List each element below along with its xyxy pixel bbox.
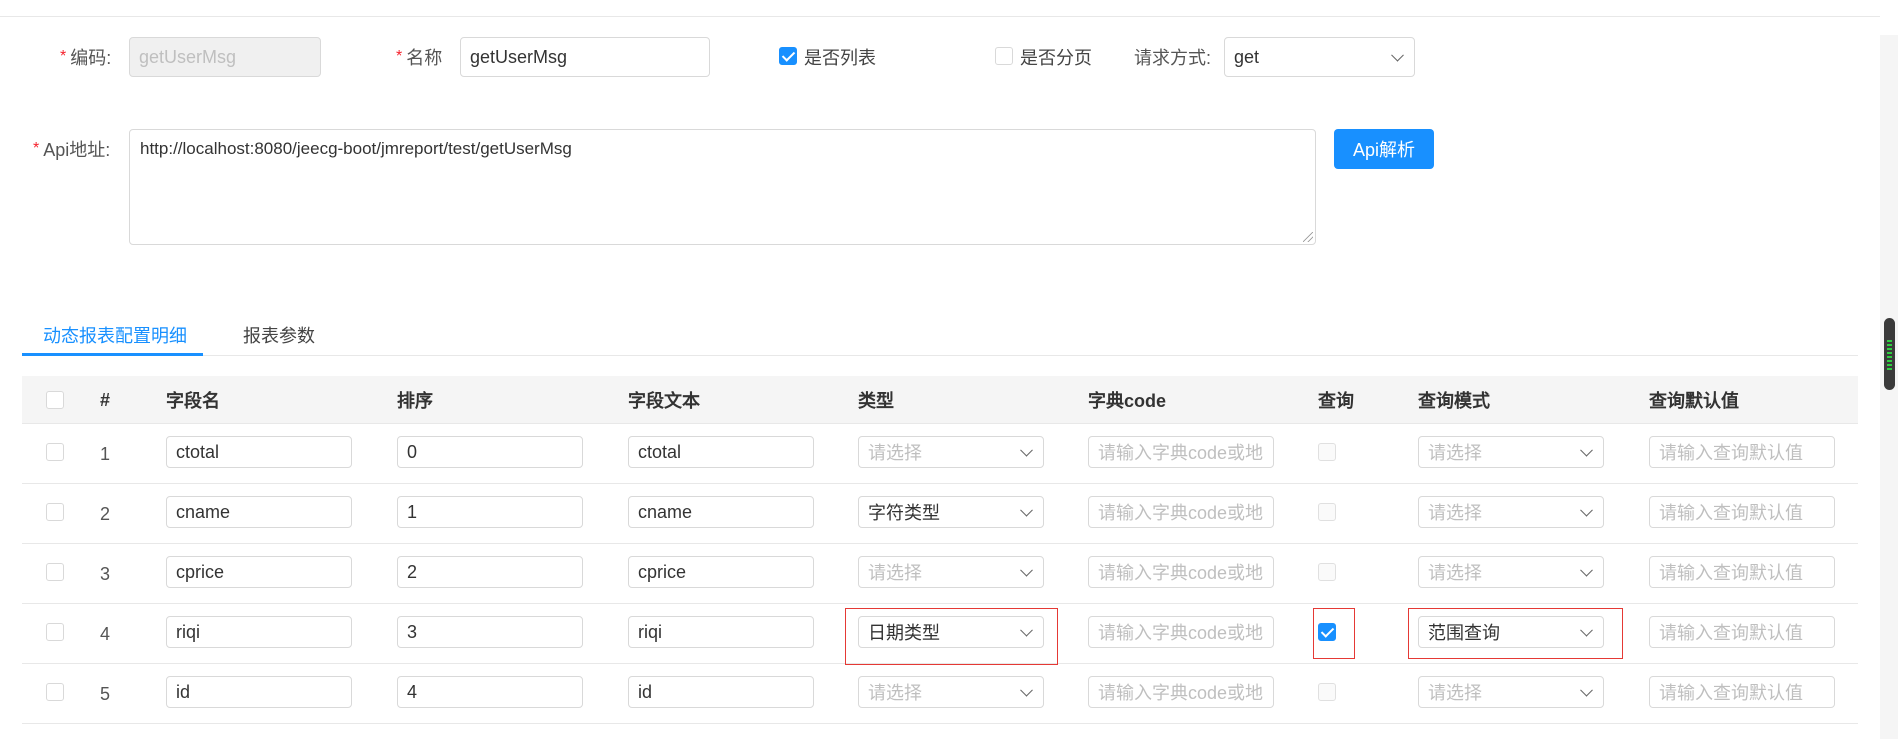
query-mode-select[interactable]: 请选择 xyxy=(1418,496,1604,528)
is-list-checkbox[interactable] xyxy=(779,47,797,65)
type-select[interactable]: 请选择 xyxy=(858,556,1044,588)
dict-code-input[interactable]: 请输入字典code或地 xyxy=(1088,436,1274,468)
col-index: # xyxy=(100,389,111,410)
chevron-down-icon xyxy=(1580,683,1593,697)
query-default-input[interactable]: 请输入查询默认值 xyxy=(1649,436,1835,468)
row-select-checkbox[interactable] xyxy=(46,623,64,641)
chevron-down-icon xyxy=(1020,503,1033,517)
col-field-text: 字段文本 xyxy=(628,391,700,411)
field-text-input[interactable]: id xyxy=(628,676,814,708)
field-name-input[interactable]: ctotal xyxy=(166,436,352,468)
active-tab-indicator xyxy=(22,353,203,356)
query-default-input[interactable]: 请输入查询默认值 xyxy=(1649,616,1835,648)
table-header: # 字段名 排序 字段文本 类型 字典code 查询 查询模式 查询默认值 xyxy=(22,376,1858,424)
tab-bar: 动态报表配置明细 报表参数 xyxy=(22,314,1858,356)
name-label: * 名称 xyxy=(396,48,443,68)
chevron-down-icon xyxy=(1580,503,1593,517)
api-url-textarea[interactable]: http://localhost:8080/jeecg-boot/jmrepor… xyxy=(129,129,1316,245)
type-select[interactable]: 请选择 xyxy=(858,436,1044,468)
query-mode-select[interactable]: 请选择 xyxy=(1418,436,1604,468)
tab-report-params[interactable]: 报表参数 xyxy=(243,314,315,356)
field-text-input[interactable]: ctotal xyxy=(628,436,814,468)
table-row: 1 ctotal 0 ctotal 请选择 请输入字典code或地 请选择 请输入查询默认值 xyxy=(22,424,1858,484)
dict-code-input[interactable]: 请输入字典code或地 xyxy=(1088,616,1274,648)
dict-code-input[interactable]: 请输入字典code或地 xyxy=(1088,676,1274,708)
query-checkbox[interactable] xyxy=(1318,443,1336,461)
chevron-down-icon xyxy=(1391,48,1404,62)
order-input[interactable]: 0 xyxy=(397,436,583,468)
query-checkbox[interactable] xyxy=(1318,563,1336,581)
is-list-label: 是否列表 xyxy=(804,48,876,68)
row-select-checkbox[interactable] xyxy=(46,683,64,701)
dict-code-input[interactable]: 请输入字典code或地 xyxy=(1088,556,1274,588)
row-index: 3 xyxy=(100,563,111,584)
field-text-input[interactable]: riqi xyxy=(628,616,814,648)
order-input[interactable]: 2 xyxy=(397,556,583,588)
method-select[interactable]: get xyxy=(1224,37,1415,77)
col-order: 排序 xyxy=(397,391,433,411)
dict-code-input[interactable]: 请输入字典code或地 xyxy=(1088,496,1274,528)
table-row: 3 cprice 2 cprice 请选择 请输入字典code或地 请选择 请输入查询默认值 xyxy=(22,544,1858,604)
col-type: 类型 xyxy=(858,391,894,411)
chevron-down-icon xyxy=(1020,443,1033,457)
table-row: 5 id 4 id 请选择 请输入字典code或地 请选择 请输入查询默认值 xyxy=(22,664,1858,724)
type-select[interactable]: 请选择 xyxy=(858,676,1044,708)
field-name-input[interactable]: cname xyxy=(166,496,352,528)
api-parse-button[interactable]: Api解析 xyxy=(1334,129,1434,169)
query-default-input[interactable]: 请输入查询默认值 xyxy=(1649,556,1835,588)
query-checkbox[interactable] xyxy=(1318,683,1336,701)
field-text-input[interactable]: cname xyxy=(628,496,814,528)
table-row: 2 cname 1 cname 字符类型 请输入字典code或地 请选择 请输入查询默认值 xyxy=(22,484,1858,544)
field-name-input[interactable]: riqi xyxy=(166,616,352,648)
query-default-input[interactable]: 请输入查询默认值 xyxy=(1649,676,1835,708)
chevron-down-icon xyxy=(1580,443,1593,457)
chevron-down-icon xyxy=(1580,563,1593,577)
field-name-input[interactable]: id xyxy=(166,676,352,708)
col-dict-code: 字典code xyxy=(1088,391,1167,411)
is-page-checkbox[interactable] xyxy=(995,47,1013,65)
query-mode-select[interactable]: 请选择 xyxy=(1418,556,1604,588)
code-input[interactable]: getUserMsg xyxy=(129,37,321,77)
row-index: 1 xyxy=(100,443,111,464)
order-input[interactable]: 4 xyxy=(397,676,583,708)
config-table: # 字段名 排序 字段文本 类型 字典code 查询 查询模式 查询默认值 1 c… xyxy=(22,376,1858,739)
row-index: 5 xyxy=(100,683,111,704)
row-index: 2 xyxy=(100,503,111,524)
row-select-checkbox[interactable] xyxy=(46,443,64,461)
col-query-default: 查询默认值 xyxy=(1649,391,1739,411)
type-select[interactable]: 字符类型 xyxy=(858,496,1044,528)
resize-handle-icon[interactable] xyxy=(1303,232,1313,242)
col-query: 查询 xyxy=(1318,391,1354,411)
select-all-checkbox[interactable] xyxy=(46,391,64,409)
field-name-input[interactable]: cprice xyxy=(166,556,352,588)
query-checkbox[interactable] xyxy=(1318,503,1336,521)
row-select-checkbox[interactable] xyxy=(46,503,64,521)
highlight-query-cell xyxy=(1313,608,1355,659)
is-page-label: 是否分页 xyxy=(1020,48,1092,68)
api-label: * Api地址: xyxy=(33,140,111,160)
highlight-query-mode-cell xyxy=(1408,608,1623,659)
field-text-input[interactable]: cprice xyxy=(628,556,814,588)
col-field-name: 字段名 xyxy=(166,391,220,411)
chevron-down-icon xyxy=(1020,563,1033,577)
tab-report-config-detail[interactable]: 动态报表配置明细 xyxy=(43,314,187,356)
order-input[interactable]: 1 xyxy=(397,496,583,528)
highlight-type-cell xyxy=(845,608,1058,665)
query-default-input[interactable]: 请输入查询默认值 xyxy=(1649,496,1835,528)
chevron-down-icon xyxy=(1020,683,1033,697)
top-divider xyxy=(0,16,1880,17)
order-input[interactable]: 3 xyxy=(397,616,583,648)
code-label: * 编码: xyxy=(60,48,112,68)
name-input[interactable]: getUserMsg xyxy=(460,37,710,77)
col-query-mode: 查询模式 xyxy=(1418,391,1490,411)
row-select-checkbox[interactable] xyxy=(46,563,64,581)
row-index: 4 xyxy=(100,623,111,644)
method-label: 请求方式: xyxy=(1134,48,1212,68)
query-mode-select[interactable]: 请选择 xyxy=(1418,676,1604,708)
scrollbar-grip-icon xyxy=(1887,340,1892,370)
